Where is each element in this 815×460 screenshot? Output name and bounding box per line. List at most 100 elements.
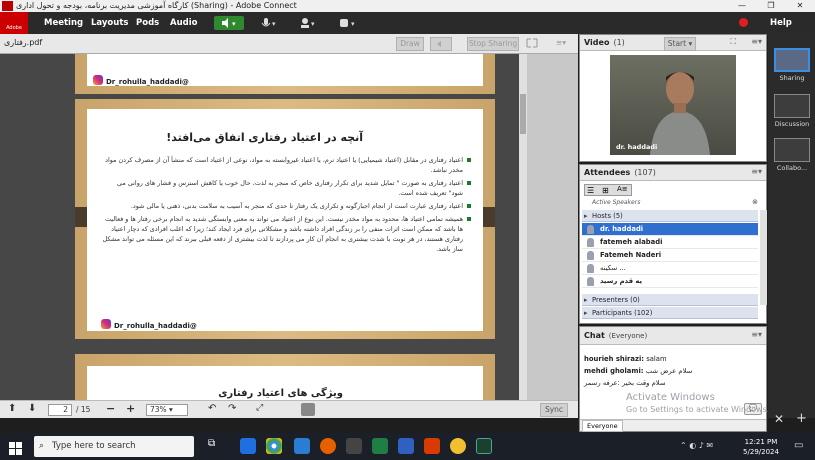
search-icon: ⌕ — [39, 441, 45, 451]
chat-tab-everyone[interactable]: Everyone — [582, 420, 623, 432]
add-layout-icon[interactable]: + — [796, 411, 807, 426]
presenters-section[interactable]: Presenters (0) — [582, 294, 758, 306]
close-button[interactable]: ✕ — [787, 0, 813, 12]
document-scrollbar[interactable] — [519, 54, 527, 400]
layout-thumbnail — [774, 48, 810, 72]
menu-help[interactable]: Help — [770, 18, 792, 28]
pod-options-icon[interactable]: ≡▾ — [751, 167, 762, 176]
system-tray-icons[interactable]: ⌃ ◐ ♪ ✉ — [680, 441, 713, 450]
menu-layouts[interactable]: Layouts — [91, 18, 128, 28]
fullscreen-icon[interactable] — [524, 37, 540, 51]
title-bar: کارگاه آموزشی مدیریت برنامه، بودجه و تحو… — [0, 0, 815, 12]
document-page: آنچه در اعتیاد رفتاری اتفاق می‌افتد! اعت… — [75, 99, 495, 339]
speaker-toggle[interactable]: ▾ — [214, 16, 244, 30]
adobe-connect-taskbar-icon[interactable] — [476, 438, 492, 454]
video-pod-header: Video (1) Start ▾ ⛶ ≡▾ — [580, 35, 766, 51]
maximize-button[interactable]: ❐ — [758, 0, 784, 12]
app-icon[interactable] — [450, 438, 466, 454]
pointer-tool-icon[interactable] — [301, 403, 315, 416]
video-pod-title: Video — [584, 38, 610, 47]
scrollbar-thumb[interactable] — [520, 94, 526, 134]
user-icon — [587, 225, 594, 234]
breakout-view-icon[interactable]: ⊞ — [602, 186, 609, 195]
menu-meeting[interactable]: Meeting — [44, 18, 83, 28]
list-view-icon[interactable]: ☰ — [587, 186, 594, 195]
attendees-scrollbar[interactable] — [760, 210, 767, 305]
rotate-left-icon[interactable]: ↶ — [208, 403, 216, 414]
layouts-tray: Sharing Discussion Collabo... ✕ + — [768, 34, 815, 426]
stop-sharing-button[interactable]: Stop Sharing — [467, 37, 519, 51]
firefox-icon[interactable] — [320, 438, 336, 454]
attendee-row[interactable]: Fatemeh Naderi — [582, 249, 758, 262]
undo-icon — [437, 41, 441, 47]
sort-icon[interactable]: A≡ — [617, 185, 628, 193]
notifications-icon[interactable]: ▭ — [794, 440, 803, 451]
adobe-logo: Adobe — [0, 12, 28, 34]
layout-discussion[interactable]: Discussion — [772, 94, 812, 128]
draw-button[interactable]: Draw — [396, 37, 424, 51]
minimize-button[interactable]: — — [729, 0, 755, 12]
attendee-row[interactable]: dr. haddadi — [582, 223, 758, 236]
video-count: (1) — [613, 38, 625, 47]
participants-section[interactable]: Participants (102) — [582, 307, 758, 319]
attendee-row[interactable]: fatemeh alabadi — [582, 236, 758, 249]
windows-start-icon[interactable] — [9, 440, 22, 455]
zoom-in-icon[interactable]: + — [126, 402, 135, 415]
window-title: کارگاه آموزشی مدیریت برنامه، بودجه و تحو… — [16, 1, 297, 10]
pod-options-icon[interactable]: ≡▾ — [550, 37, 572, 51]
attendees-pod-header: Attendees (107) ≡▾ — [580, 165, 766, 181]
active-speakers: Active Speakers ⊗ — [592, 198, 758, 206]
document-side-panel — [527, 54, 578, 400]
microphone-toggle[interactable]: ▾ — [256, 16, 282, 30]
hosts-section[interactable]: Hosts (5) — [582, 210, 758, 222]
attendees-count: (107) — [634, 168, 656, 177]
zoom-out-icon[interactable]: − — [106, 402, 115, 415]
app-icon[interactable] — [398, 438, 414, 454]
word-icon[interactable] — [294, 438, 310, 454]
layout-sharing[interactable]: Sharing — [772, 48, 812, 82]
undo-draw-button[interactable] — [430, 37, 452, 51]
app-icon[interactable] — [346, 438, 362, 454]
rotate-right-icon[interactable]: ↷ — [228, 403, 236, 414]
menu-pods[interactable]: Pods — [136, 18, 159, 28]
attendee-row[interactable]: سکینه ... — [582, 262, 758, 275]
video-pod: Video (1) Start ▾ ⛶ ≡▾ dr. haddadi — [579, 34, 767, 162]
chrome-icon[interactable] — [266, 438, 282, 454]
shared-file-name: رفتاری.pdf — [4, 38, 43, 47]
taskbar-search-input[interactable]: ⌕ Type here to search — [34, 436, 194, 457]
close-tray-icon[interactable]: ✕ — [774, 412, 784, 426]
excel-icon[interactable] — [372, 438, 388, 454]
view-switcher[interactable]: ☰ ⊞ A≡ — [584, 184, 632, 196]
webcam-toggle[interactable]: ▾ — [295, 16, 321, 30]
taskbar-clock[interactable]: 12:21 PM 5/29/2024 — [740, 437, 782, 457]
raise-hand-icon: ▾ — [340, 19, 355, 28]
next-page-icon[interactable]: ⬇ — [28, 403, 36, 414]
status-toggle[interactable]: ▾ — [334, 16, 362, 30]
layout-thumbnail — [774, 94, 810, 118]
previous-page-icon[interactable]: ⬆ — [8, 403, 16, 414]
pod-options-icon[interactable]: ≡▾ — [751, 37, 762, 46]
pod-fullscreen-icon[interactable]: ⛶ — [730, 37, 736, 47]
instagram-handle: Dr_rohulla_haddadi@ — [93, 69, 189, 88]
slide-card: آنچه در اعتیاد رفتاری اتفاق می‌افتد! اعت… — [87, 109, 483, 331]
attendee-row[interactable]: یه قدم رسید — [582, 275, 758, 288]
svg-text:▾: ▾ — [272, 20, 276, 28]
sync-button[interactable]: Sync — [540, 403, 568, 417]
document-toolbar: ⬆ ⬇ 2 / 15 − + 73% ▾ ↶ ↷ ⤢ Sync — [0, 400, 578, 418]
start-webcam-button[interactable]: Start ▾ — [664, 37, 696, 51]
user-icon — [587, 251, 594, 260]
instagram-handle: Dr_rohulla_haddadi@ — [101, 313, 197, 332]
page-number-input[interactable]: 2 — [48, 404, 72, 416]
layout-collaboration[interactable]: Collabo... — [772, 138, 812, 172]
webcam-icon: ▾ — [301, 18, 315, 28]
close-icon[interactable]: ⊗ — [752, 198, 758, 206]
menu-audio[interactable]: Audio — [170, 18, 197, 28]
pod-options-icon[interactable]: ≡▾ — [751, 330, 762, 339]
fit-width-icon[interactable]: ⤢ — [256, 403, 263, 413]
document-viewer: Dr_rohulla_haddadi@ آنچه در اعتیاد رفتار… — [0, 54, 578, 400]
powerpoint-icon[interactable] — [424, 438, 440, 454]
bullet-item: اعتیاد رفتاری به صورت " تمایل شدید برای … — [101, 178, 471, 198]
task-view-icon[interactable]: ⧉ — [208, 438, 224, 454]
zoom-select[interactable]: 73% ▾ — [146, 404, 188, 416]
file-explorer-icon[interactable] — [240, 438, 256, 454]
